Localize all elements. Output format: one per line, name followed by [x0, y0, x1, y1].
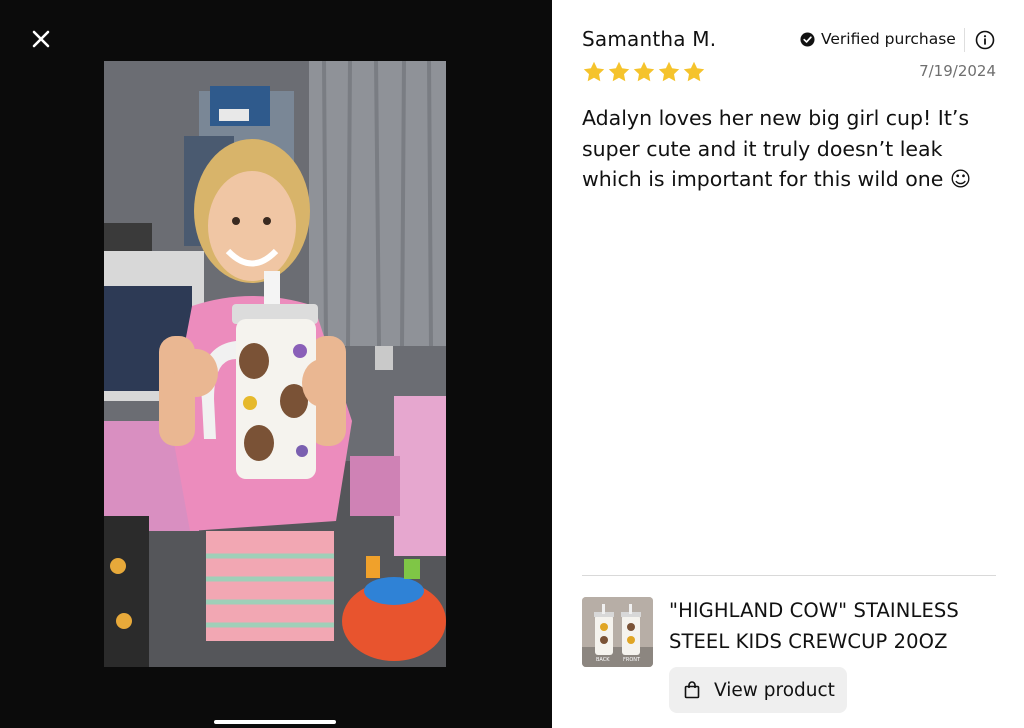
header-divider [964, 28, 965, 52]
review-text: Adalyn loves her new big girl cup! It’s … [582, 106, 972, 191]
product-thumbnail[interactable]: BACK FRONT [582, 597, 653, 667]
star-icon [608, 61, 630, 82]
review-date: 7/19/2024 [919, 62, 996, 80]
review-panel: Samantha M. Verified purchase 7/19/2024 … [552, 0, 1024, 728]
star-icon [658, 61, 680, 82]
info-button[interactable] [975, 30, 997, 52]
star-icon [683, 61, 705, 82]
product-title[interactable]: "HIGHLAND COW" STAINLESS STEEL KIDS CREW… [669, 596, 999, 657]
section-divider [582, 575, 996, 576]
thumb-label-back: BACK [596, 657, 610, 663]
star-rating [582, 60, 706, 84]
shopping-bag-icon [684, 681, 700, 699]
close-icon [32, 30, 50, 48]
view-product-label: View product [714, 679, 835, 701]
view-product-button[interactable]: View product [669, 667, 847, 713]
info-icon [975, 30, 995, 50]
verified-label: Verified purchase [821, 30, 956, 48]
star-icon [633, 61, 655, 82]
close-button[interactable] [22, 20, 60, 58]
check-circle-icon [800, 31, 815, 47]
verified-badge: Verified purchase [800, 30, 956, 48]
star-icon [583, 61, 605, 82]
reviewer-name: Samantha M. [582, 27, 717, 51]
media-viewer [0, 0, 552, 728]
home-indicator [214, 720, 336, 724]
review-photo [104, 61, 446, 667]
thumb-label-front: FRONT [623, 657, 641, 663]
